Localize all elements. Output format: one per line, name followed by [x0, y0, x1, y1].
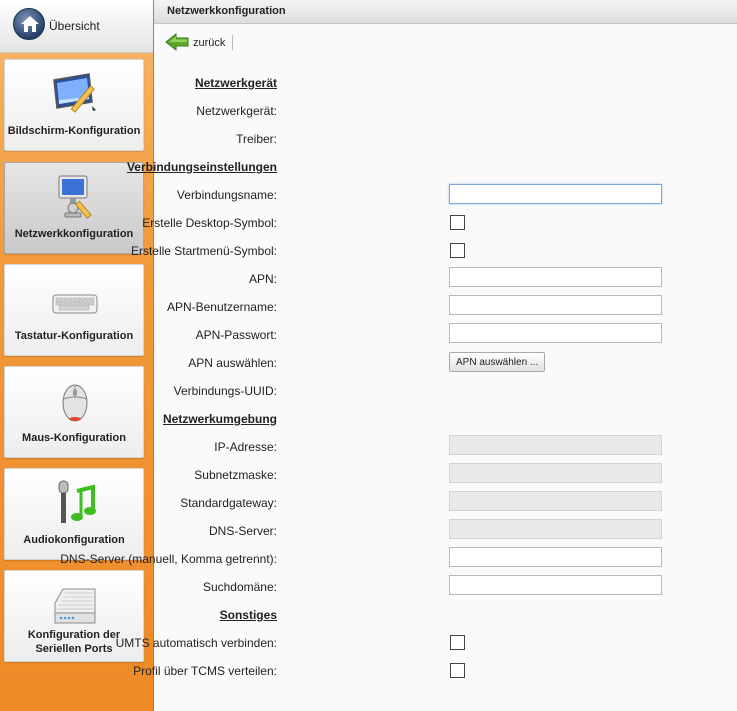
- desktop-symbol-label: Erstelle Desktop-Symbol:: [142, 216, 277, 230]
- ip-address-field: [449, 435, 662, 455]
- umts-auto-connect-checkbox[interactable]: [450, 635, 465, 650]
- desktop-symbol-checkbox[interactable]: [450, 215, 465, 230]
- main-panel: Netzwerkkonfiguration zurück Netzwerkger…: [60, 0, 737, 711]
- apn-select-button[interactable]: APN auswählen ...: [449, 352, 546, 372]
- default-gateway-field: [449, 491, 662, 511]
- section-other: Sonstiges: [219, 608, 277, 622]
- startmenu-symbol-label: Erstelle Startmenü-Symbol:: [130, 244, 277, 258]
- apn-username-label: APN-Benutzername:: [166, 300, 277, 314]
- driver-label: Treiber:: [236, 132, 277, 146]
- serial-port-icon: [51, 581, 99, 629]
- home-icon: [13, 8, 45, 40]
- tcms-distribute-label: Profil über TCMS verteilen:: [133, 664, 277, 678]
- sidebar-item-bildschirm[interactable]: Bildschirm-Konfiguration: [4, 59, 144, 151]
- title-bar: Netzwerkkonfiguration: [154, 0, 737, 24]
- sidebar-item-label: Audiokonfiguration: [23, 534, 125, 546]
- dns-server-field: [449, 519, 662, 539]
- sidebar-item-label-line2: Seriellen Ports: [35, 643, 113, 655]
- startmenu-symbol-checkbox[interactable]: [450, 243, 465, 258]
- sidebar-item-audio[interactable]: Audiokonfiguration: [4, 468, 144, 560]
- sidebar: Übersicht Bildschirm-Konfiguration Netzw…: [0, 0, 154, 711]
- section-network-environment: Netzwerkumgebung: [162, 412, 277, 426]
- section-connection-settings: Verbindungseinstellungen: [126, 160, 277, 174]
- sidebar-item-maus[interactable]: Maus-Konfiguration: [4, 366, 144, 458]
- apn-label: APN:: [248, 272, 277, 286]
- connection-name-input[interactable]: [449, 184, 662, 204]
- connection-uuid-label: Verbindungs-UUID:: [173, 384, 277, 398]
- apn-input[interactable]: [449, 267, 662, 287]
- search-domain-label: Suchdomäne:: [202, 580, 277, 594]
- umts-auto-connect-label: UMTS automatisch verbinden:: [115, 636, 277, 650]
- monitor-pencil-icon: [51, 70, 99, 118]
- home-button[interactable]: Übersicht: [0, 0, 153, 53]
- apn-username-input[interactable]: [449, 295, 662, 315]
- sidebar-item-label-line1: Konfiguration der: [27, 629, 121, 641]
- sidebar-item-label: Netzwerkkonfiguration: [14, 228, 134, 240]
- toolbar-separator: [232, 35, 233, 50]
- dns-manual-label: DNS-Server (manuell, Komma getrennt):: [60, 552, 277, 566]
- section-network-device: Netzwerkgerät: [194, 76, 277, 90]
- dns-server-label: DNS-Server:: [208, 524, 277, 538]
- microphone-music-icon: [51, 479, 99, 527]
- mouse-icon: [51, 377, 99, 425]
- network-device-label: Netzwerkgerät:: [196, 104, 277, 118]
- apn-password-label: APN-Passwort:: [195, 328, 277, 342]
- tcms-distribute-checkbox[interactable]: [450, 663, 465, 678]
- sidebar-item-label: Maus-Konfiguration: [22, 432, 126, 444]
- search-domain-input[interactable]: [449, 575, 662, 595]
- subnet-mask-label: Subnetzmaske:: [194, 468, 277, 482]
- apn-select-label: APN auswählen:: [188, 356, 277, 370]
- toolbar: zurück: [154, 24, 737, 62]
- connection-name-label: Verbindungsname:: [176, 188, 277, 202]
- network-config-form: Netzwerkgerät Netzwerkgerät: Treiber: Ve…: [60, 62, 737, 711]
- sidebar-item-tastatur[interactable]: Tastatur-Konfiguration: [4, 264, 144, 356]
- subnet-mask-field: [449, 463, 662, 483]
- page-title: Netzwerkkonfiguration: [167, 5, 286, 17]
- sidebar-item-netzwerk[interactable]: Netzwerkkonfiguration: [4, 162, 144, 254]
- sidebar-item-label: Bildschirm-Konfiguration: [7, 125, 141, 137]
- default-gateway-label: Standardgateway:: [180, 496, 277, 510]
- apn-password-input[interactable]: [449, 323, 662, 343]
- back-label: zurück: [193, 37, 226, 49]
- sidebar-item-label: Tastatur-Konfiguration: [14, 330, 134, 342]
- ip-address-label: IP-Adresse:: [214, 440, 277, 454]
- home-label: Übersicht: [49, 19, 100, 33]
- back-arrow-icon: [165, 32, 189, 52]
- network-computer-icon: [51, 173, 99, 221]
- keyboard-icon: [51, 275, 99, 323]
- dns-manual-input[interactable]: [449, 547, 662, 567]
